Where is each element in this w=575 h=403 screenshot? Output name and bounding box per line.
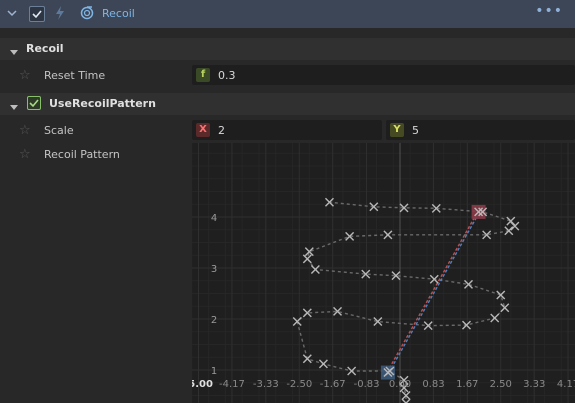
use-recoil-pattern-checkbox[interactable] — [27, 96, 41, 110]
recoil-pattern-chart[interactable]: 1 2 3 4 -5.00 -4.17 -3.33 -2.50 -1.67 -0.83 0.00 0.… — [192, 143, 575, 403]
x-tick-label: -3.33 — [253, 379, 279, 390]
float-type-tag: f — [196, 68, 210, 82]
recoil-pattern-label: Recoil Pattern — [44, 148, 120, 161]
x-axis-tag: X — [196, 123, 210, 137]
pattern-point[interactable] — [401, 398, 411, 403]
pattern-point[interactable] — [462, 320, 471, 330]
x-tick-label: 3.33 — [523, 379, 545, 390]
x-tick-label: 0.00 — [389, 379, 411, 390]
x-tick-label: 2.50 — [490, 379, 512, 390]
pattern-point[interactable] — [347, 366, 357, 376]
pattern-point[interactable] — [383, 230, 393, 240]
pattern-point[interactable] — [510, 221, 520, 231]
pattern-point[interactable] — [423, 321, 433, 331]
component-title: Recoil — [102, 7, 135, 20]
lightning-icon — [55, 6, 65, 23]
section-recoil[interactable]: Recoil — [0, 38, 575, 60]
property-row-scale: ☆ Scale X 2 Y 5 — [0, 118, 575, 144]
x-tick-label: 0.83 — [422, 379, 444, 390]
y-axis-tag: Y — [390, 123, 404, 137]
y-tick-label: 3 — [211, 264, 217, 275]
section-collapse-icon — [10, 101, 18, 114]
direction-line-blue — [388, 211, 481, 373]
section-use-recoil-pattern-label: UseRecoilPattern — [49, 97, 156, 110]
reset-time-field[interactable]: f 0.3 — [192, 65, 575, 85]
y-tick-label: 1 — [211, 366, 217, 377]
x-tick-label: -1.67 — [320, 379, 346, 390]
x-tick-label: -4.17 — [219, 379, 245, 390]
x-tick-label: 1.67 — [456, 379, 478, 390]
scale-x-value[interactable]: 2 — [218, 124, 225, 137]
x-tick-label: -2.50 — [286, 379, 312, 390]
favorite-star-icon[interactable]: ☆ — [19, 147, 31, 162]
reset-time-label: Reset Time — [44, 69, 106, 82]
reset-time-value[interactable]: 0.3 — [218, 69, 236, 82]
pattern-point[interactable] — [310, 265, 320, 275]
component-enabled-checkbox[interactable] — [29, 6, 45, 22]
section-collapse-icon — [10, 46, 18, 59]
scale-y-value[interactable]: 5 — [412, 124, 419, 137]
pattern-point[interactable] — [302, 254, 312, 264]
pattern-path — [296, 201, 516, 403]
favorite-star-icon[interactable]: ☆ — [19, 123, 31, 138]
more-options-icon[interactable]: ••• — [535, 3, 563, 19]
section-use-recoil-pattern[interactable]: UseRecoilPattern — [0, 93, 575, 115]
pattern-point[interactable] — [302, 354, 312, 364]
collapse-chevron-icon[interactable] — [7, 8, 17, 21]
component-header: Recoil ••• — [0, 0, 575, 28]
x-tick-label: -5.00 — [192, 379, 213, 390]
scale-y-field[interactable]: Y 5 — [386, 120, 575, 140]
pattern-point[interactable] — [429, 274, 439, 284]
x-tick-label: 4.17 — [557, 379, 575, 390]
property-row-reset-time: ☆ Reset Time f 0.3 — [0, 63, 575, 89]
recoil-component-icon — [80, 6, 94, 23]
section-recoil-label: Recoil — [26, 42, 64, 55]
recoil-pattern-graph[interactable]: 1 2 3 4 -5.00 -4.17 -3.33 -2.50 -1.67 -0.83 0.00 0.… — [192, 143, 575, 403]
scale-label: Scale — [44, 124, 74, 137]
pattern-point[interactable] — [500, 303, 510, 313]
favorite-star-icon[interactable]: ☆ — [19, 68, 31, 83]
pattern-point[interactable] — [490, 313, 500, 323]
y-tick-label: 2 — [211, 315, 217, 326]
scale-x-field[interactable]: X 2 — [192, 120, 382, 140]
x-tick-label: -0.83 — [354, 379, 380, 390]
y-tick-label: 4 — [211, 213, 217, 224]
